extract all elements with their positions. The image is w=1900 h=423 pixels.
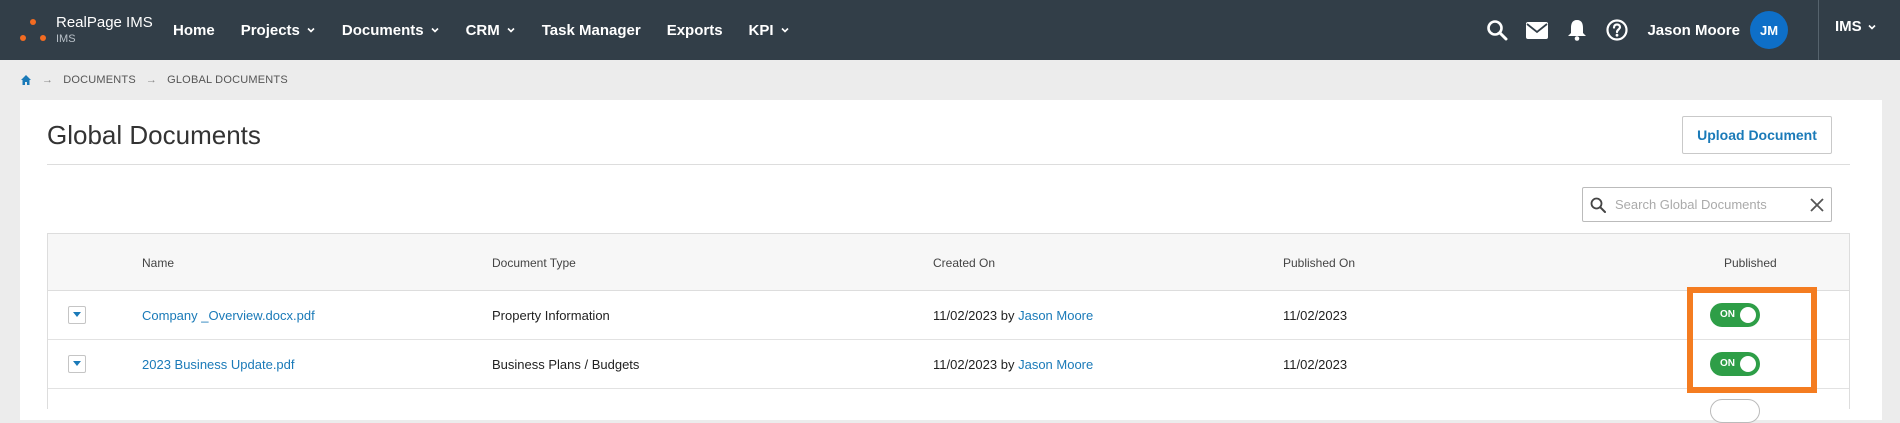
chevron-down-icon	[431, 27, 439, 33]
top-navigation-bar: RealPage IMS IMS Home Projects Documents…	[0, 0, 1900, 60]
column-header-name[interactable]: Name	[142, 256, 174, 270]
toggle-knob	[1740, 307, 1756, 323]
document-name-link[interactable]: Company _Overview.docx.pdf	[142, 308, 315, 323]
nav-item-home[interactable]: Home	[160, 0, 228, 60]
created-date: 11/02/2023	[933, 308, 998, 323]
main-menu: Home Projects Documents CRM Task Manager…	[160, 0, 803, 60]
nav-item-documents[interactable]: Documents	[329, 0, 453, 60]
search-input[interactable]	[1613, 197, 1803, 212]
brand-logo[interactable]: RealPage IMS IMS	[18, 12, 153, 48]
column-header-created-on[interactable]: Created On	[933, 256, 995, 270]
nav-item-kpi[interactable]: KPI	[736, 0, 803, 60]
chevron-down-icon	[507, 27, 515, 33]
breadcrumb-separator-icon: →	[145, 74, 158, 86]
breadcrumb: → DOCUMENTS → GLOBAL DOCUMENTS	[20, 72, 288, 88]
mail-icon[interactable]	[1517, 0, 1557, 60]
document-name-link[interactable]: 2023 Business Update.pdf	[142, 357, 295, 372]
page-title: Global Documents	[47, 120, 261, 150]
toggle-label: ON	[1720, 358, 1735, 369]
search-icon	[1583, 188, 1613, 221]
logo-dots-icon	[18, 15, 48, 45]
nav-item-exports[interactable]: Exports	[654, 0, 736, 60]
home-icon[interactable]	[20, 74, 32, 86]
upload-document-button[interactable]: Upload Document	[1682, 116, 1832, 154]
chevron-down-icon	[780, 27, 789, 33]
toggle-knob	[1740, 356, 1756, 372]
column-header-document-type[interactable]: Document Type	[492, 256, 576, 270]
column-header-published[interactable]: Published	[1724, 256, 1777, 270]
published-toggle[interactable]: ON	[1710, 303, 1760, 327]
nav-item-crm[interactable]: CRM	[453, 0, 529, 60]
search-field	[1582, 187, 1832, 222]
table-row: 2023 Business Update.pdf Business Plans …	[48, 340, 1849, 389]
nav-item-task-manager[interactable]: Task Manager	[529, 0, 654, 60]
avatar[interactable]: JM	[1750, 11, 1788, 49]
brand-name: RealPage IMS	[56, 14, 153, 31]
app-switcher[interactable]: IMS	[1818, 0, 1900, 60]
published-toggle[interactable]: ON	[1710, 352, 1760, 376]
brand-subtitle: IMS	[56, 33, 76, 45]
row-expand-button[interactable]	[68, 306, 86, 324]
help-icon[interactable]	[1597, 0, 1637, 60]
content-card: Global Documents Upload Document Name Do…	[20, 100, 1882, 423]
created-on: 11/02/2023 by Jason Moore	[933, 357, 1093, 372]
bell-icon[interactable]	[1557, 0, 1597, 60]
published-on: 11/02/2023	[1283, 308, 1348, 323]
document-type: Property Information	[492, 308, 610, 323]
chevron-down-icon	[307, 27, 315, 33]
user-name[interactable]: Jason Moore	[1647, 22, 1740, 39]
breadcrumb-separator-icon: →	[42, 74, 54, 86]
created-by-link[interactable]: Jason Moore	[1018, 308, 1093, 323]
created-date: 11/02/2023	[933, 357, 998, 372]
table-header: Name Document Type Created On Published …	[48, 234, 1849, 291]
created-on: 11/02/2023 by Jason Moore	[933, 308, 1093, 323]
chevron-down-icon	[1868, 24, 1876, 30]
document-type: Business Plans / Budgets	[492, 357, 640, 372]
divider	[47, 164, 1850, 165]
column-header-published-on[interactable]: Published On	[1283, 256, 1355, 270]
published-toggle[interactable]	[1710, 399, 1760, 423]
row-expand-button[interactable]	[68, 355, 86, 373]
table-row: Company _Overview.docx.pdf Property Info…	[48, 291, 1849, 340]
breadcrumb-documents[interactable]: DOCUMENTS	[63, 74, 136, 86]
toggle-label: ON	[1720, 309, 1735, 320]
caret-down-icon	[73, 312, 81, 317]
created-by-link[interactable]: Jason Moore	[1018, 357, 1093, 372]
caret-down-icon	[73, 361, 81, 366]
published-on: 11/02/2023	[1283, 357, 1348, 372]
nav-right-group: Jason Moore JM IMS	[1477, 0, 1900, 60]
created-by-prefix: by	[1000, 308, 1015, 323]
documents-table: Name Document Type Created On Published …	[47, 233, 1850, 423]
search-icon[interactable]	[1477, 0, 1517, 60]
table-row-partial	[48, 389, 1849, 423]
nav-item-projects[interactable]: Projects	[228, 0, 329, 60]
breadcrumb-global-documents: GLOBAL DOCUMENTS	[167, 74, 288, 86]
close-icon[interactable]	[1803, 188, 1831, 221]
created-by-prefix: by	[1000, 357, 1015, 372]
